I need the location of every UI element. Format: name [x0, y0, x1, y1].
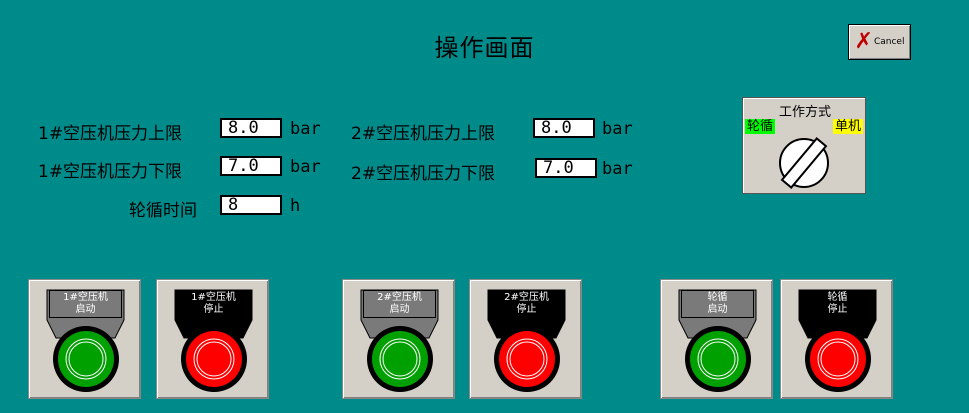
- cycle-start-button[interactable]: 轮循 启动: [660, 279, 773, 399]
- cycle-stop-button[interactable]: 轮循 停止: [780, 279, 893, 399]
- cycle-stop-plate: 轮循 停止: [801, 290, 874, 318]
- c2-stop-line1: 2#空压机: [504, 292, 549, 303]
- c1-start-line2: 启动: [75, 304, 96, 315]
- c2-stop-line2: 停止: [516, 304, 537, 315]
- c2-stop-plate: 2#空压机 停止: [490, 290, 563, 318]
- mode-selector[interactable]: 工作方式 轮循 单机: [742, 97, 866, 194]
- c2-start-button[interactable]: 2#空压机 启动: [342, 279, 455, 399]
- mode-option-cycle: 轮循: [745, 119, 776, 134]
- cycle-stop-line2: 停止: [827, 304, 848, 315]
- cycle-time-label: 轮循时间: [129, 201, 197, 221]
- c2-stop-button[interactable]: 2#空压机 停止: [469, 279, 582, 399]
- cancel-label: Cancel: [873, 37, 905, 47]
- cycle-time-unit: h: [290, 196, 301, 216]
- c1-upper-input[interactable]: 8.0: [220, 118, 282, 138]
- mode-title: 工作方式: [778, 105, 831, 120]
- cycle-start-line2: 启动: [707, 304, 728, 315]
- c2-lower-input[interactable]: 7.0: [535, 158, 597, 178]
- c1-stop-line2: 停止: [203, 304, 224, 315]
- c1-lower-label: 1#空压机压力下限: [38, 162, 183, 182]
- c1-start-plate: 1#空压机 启动: [49, 290, 122, 318]
- c1-start-line1: 1#空压机: [63, 292, 108, 303]
- c2-lower-unit: bar: [602, 159, 633, 179]
- c1-lower-unit: bar: [290, 157, 321, 177]
- page-title: 操作画面: [434, 34, 535, 62]
- c1-stop-line1: 1#空压机: [191, 292, 236, 303]
- mode-option-single: 单机: [832, 119, 863, 134]
- c1-stop-button[interactable]: 1#空压机 停止: [156, 279, 269, 399]
- c1-stop-plate: 1#空压机 停止: [177, 290, 250, 318]
- close-icon: ✗: [854, 29, 873, 54]
- c2-upper-label: 2#空压机压力上限: [351, 124, 496, 144]
- c1-upper-unit: bar: [290, 119, 321, 139]
- c2-lower-label: 2#空压机压力下限: [351, 164, 496, 184]
- c1-lower-input[interactable]: 7.0: [220, 156, 282, 176]
- c2-start-line2: 启动: [389, 304, 410, 315]
- c2-start-plate: 2#空压机 启动: [363, 290, 436, 318]
- cycle-time-input[interactable]: 8: [220, 195, 282, 215]
- selector-knob-icon[interactable]: [777, 136, 831, 190]
- cycle-stop-line1: 轮循: [827, 292, 848, 303]
- c2-start-line1: 2#空压机: [377, 292, 422, 303]
- c2-upper-input[interactable]: 8.0: [533, 118, 595, 138]
- c1-start-button[interactable]: 1#空压机 启动: [28, 279, 141, 399]
- cancel-button[interactable]: ✗ Cancel: [848, 24, 911, 60]
- cycle-start-plate: 轮循 启动: [681, 290, 754, 318]
- c1-upper-label: 1#空压机压力上限: [38, 124, 183, 144]
- cycle-start-line1: 轮循: [707, 292, 728, 303]
- c2-upper-unit: bar: [602, 119, 633, 139]
